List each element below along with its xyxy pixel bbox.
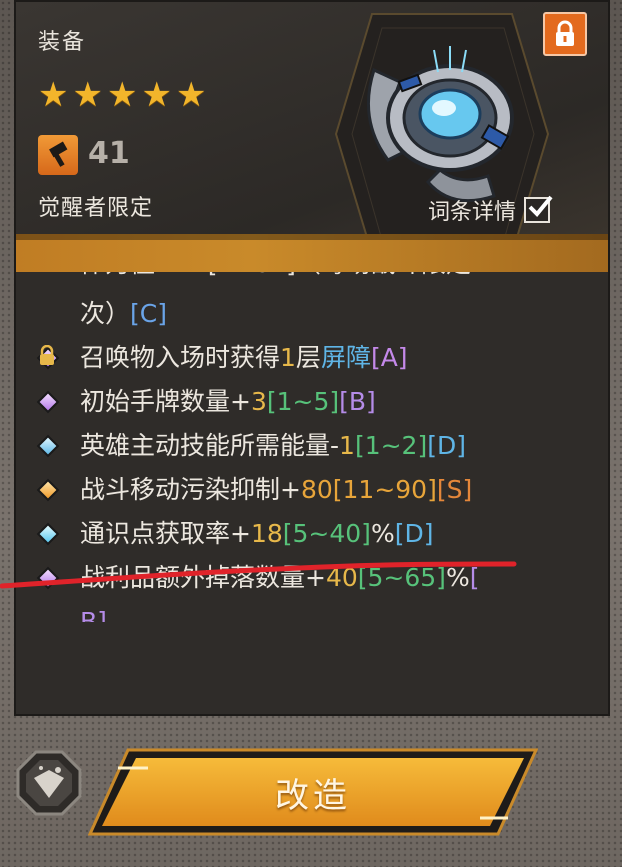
affix-details-toggle[interactable]: 词条详情 bbox=[428, 194, 553, 226]
lock-button[interactable] bbox=[543, 12, 587, 56]
affix-continued-line: 次）[C] bbox=[80, 299, 167, 328]
affix-rarity-gem-icon bbox=[36, 522, 60, 546]
header-divider-bar bbox=[16, 234, 608, 272]
affix-rarity-gem-icon bbox=[36, 390, 60, 414]
star-icon: ★ bbox=[175, 75, 207, 115]
affix-item[interactable]: 英雄主动技能所需能量-1[1~2][D] bbox=[16, 424, 608, 468]
affix-lock-icon bbox=[40, 345, 54, 365]
affix-item[interactable]: 召唤物入场时获得1层屏障[A] bbox=[16, 336, 608, 380]
modify-button[interactable]: 改造 bbox=[88, 748, 538, 836]
affix-partial-line: 体力值+42[2~84]（每场战斗限定1 bbox=[16, 272, 608, 292]
checkmark-icon bbox=[528, 195, 553, 217]
affix-item[interactable]: 通识点获取率+18[5~40]%[D] bbox=[16, 512, 608, 556]
affix-details-label: 词条详情 bbox=[428, 200, 517, 225]
lock-icon bbox=[556, 20, 574, 46]
hammer-icon bbox=[38, 135, 78, 175]
restriction-label: 觉醒者限定 bbox=[38, 196, 154, 221]
star-icon: ★ bbox=[72, 75, 103, 115]
affix-continued-line: B] bbox=[80, 607, 107, 622]
affix-item[interactable]: 初始手牌数量+3[1~5][B] bbox=[16, 380, 608, 424]
affix-item[interactable]: 战斗移动污染抑制+80[11~90][S] bbox=[16, 468, 608, 512]
affix-list: 体力值+42[2~84]（每场战斗限定1 次）[C] 召唤物入场时获得1层屏障[… bbox=[16, 272, 608, 622]
forge-level: 41 bbox=[88, 136, 130, 171]
star-icon: ★ bbox=[38, 75, 69, 115]
affix-rarity-gem-icon bbox=[36, 478, 60, 502]
affix-rarity-gem-icon bbox=[36, 434, 60, 458]
star-icon: ★ bbox=[141, 75, 172, 115]
star-icon: ★ bbox=[106, 75, 138, 115]
affix-item[interactable]: 战利品额外掉落数量+40[5~65]%[ bbox=[16, 556, 608, 600]
affix-rarity-gem-icon bbox=[36, 566, 60, 590]
modify-button-label: 改造 bbox=[275, 775, 351, 816]
affix-details-checkbox[interactable] bbox=[524, 195, 553, 223]
affix-list-scroll[interactable]: 体力值+42[2~84]（每场战斗限定1 次）[C] 召唤物入场时获得1层屏障[… bbox=[16, 272, 608, 714]
rarity-stars: ★ ★ ★ ★ ★ bbox=[38, 78, 206, 112]
shield-badge-icon[interactable] bbox=[14, 748, 84, 818]
equipment-panel: 装备 ★ ★ ★ ★ ★ 41 觉醒者限定 词条详情 次）[C] 召唤物入场时获… bbox=[14, 0, 610, 716]
panel-title: 装备 bbox=[38, 30, 87, 55]
